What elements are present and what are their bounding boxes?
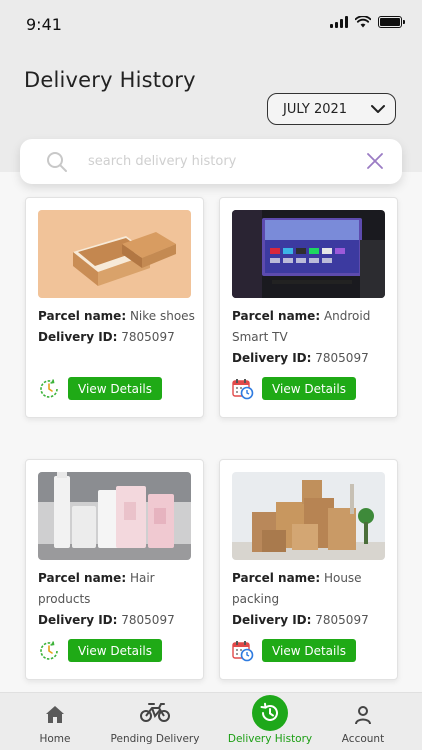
nav-home[interactable]: Home: [19, 693, 91, 750]
search-bar: [20, 139, 402, 184]
delivery-id-label: Delivery ID:: [38, 330, 118, 344]
refresh-clock-icon: [40, 378, 58, 398]
parcel-info: Parcel name: Hair products Delivery ID: …: [38, 568, 198, 631]
nav-pending-delivery-label: Pending Delivery: [110, 733, 200, 745]
battery-icon: [378, 16, 405, 28]
refresh-clock-icon: [40, 640, 58, 660]
card-actions: View Details: [38, 639, 162, 662]
bottom-navigation: Home Pending Delivery Delivery History A…: [0, 692, 422, 750]
delivery-id: 7805097: [121, 613, 175, 627]
nav-delivery-history[interactable]: Delivery History: [222, 693, 318, 750]
delivery-id: 7805097: [315, 351, 369, 365]
delivery-card: Parcel name: House packing Delivery ID: …: [219, 459, 398, 680]
status-time: 9:41: [26, 15, 62, 34]
delivery-id: 7805097: [121, 330, 175, 344]
close-icon[interactable]: [366, 152, 384, 170]
signal-icon: [330, 16, 348, 28]
card-actions: View Details: [232, 639, 356, 662]
search-icon: [47, 152, 67, 172]
parcel-name: Nike shoes: [129, 309, 195, 323]
card-actions: View Details: [38, 377, 162, 400]
nav-home-label: Home: [39, 733, 71, 745]
page-title: Delivery History: [24, 68, 196, 92]
delivery-card: Parcel name: Hair products Delivery ID: …: [25, 459, 204, 680]
parcel-image-tv: [232, 210, 385, 298]
delivery-id-label: Delivery ID:: [232, 351, 312, 365]
search-input[interactable]: [88, 149, 348, 173]
parcel-name-label: Parcel name:: [38, 571, 127, 585]
view-details-button[interactable]: View Details: [262, 639, 356, 662]
parcel-info: Parcel name: House packing Delivery ID: …: [232, 568, 392, 631]
nav-delivery-history-label: Delivery History: [227, 733, 313, 745]
wifi-icon: [355, 16, 371, 28]
scooter-icon: [140, 703, 170, 722]
nav-pending-delivery[interactable]: Pending Delivery: [104, 693, 206, 750]
calendar-clock-icon: [232, 640, 254, 661]
delivery-id: 7805097: [315, 613, 369, 627]
calendar-clock-icon: [232, 378, 254, 399]
parcel-name-label: Parcel name:: [232, 309, 321, 323]
status-icons: [330, 16, 405, 28]
month-dropdown[interactable]: JULY 2021: [267, 93, 396, 125]
nav-account[interactable]: Account: [330, 693, 396, 750]
view-details-button[interactable]: View Details: [262, 377, 356, 400]
chevron-down-icon: [371, 105, 385, 113]
home-icon: [46, 706, 64, 723]
history-icon: [252, 695, 288, 731]
delivery-card: Parcel name: Nike shoes Delivery ID: 780…: [25, 197, 204, 418]
user-icon: [355, 706, 371, 725]
month-dropdown-value: JULY 2021: [283, 101, 348, 117]
parcel-image-boxes: [232, 472, 385, 560]
parcel-image-hair-products: [38, 472, 191, 560]
card-actions: View Details: [232, 377, 356, 400]
parcel-name-label: Parcel name:: [232, 571, 321, 585]
parcel-info: Parcel name: Nike shoes Delivery ID: 780…: [38, 306, 198, 348]
parcel-name-label: Parcel name:: [38, 309, 127, 323]
parcel-info: Parcel name: Android Smart TV Delivery I…: [232, 306, 392, 369]
delivery-id-label: Delivery ID:: [232, 613, 312, 627]
parcel-image-shoe-box: [38, 210, 191, 298]
view-details-button[interactable]: View Details: [68, 639, 162, 662]
nav-account-label: Account: [341, 733, 385, 745]
delivery-card: Parcel name: Android Smart TV Delivery I…: [219, 197, 398, 418]
view-details-button[interactable]: View Details: [68, 377, 162, 400]
delivery-id-label: Delivery ID:: [38, 613, 118, 627]
